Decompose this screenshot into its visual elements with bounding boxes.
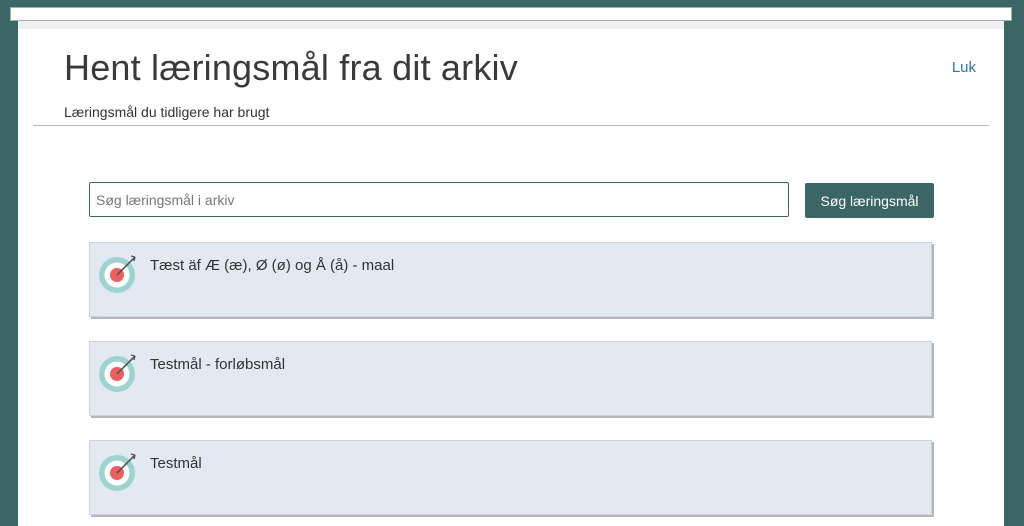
dialog-subtitle: Læringsmål du tidligere har brugt xyxy=(64,104,270,120)
goal-title: Tæst äf Æ (æ), Ø (ø) og Å (å) - maal xyxy=(150,257,395,274)
goal-title: Testmål - forløbsmål xyxy=(150,356,286,373)
archive-dialog: Hent læringsmål fra dit arkiv Luk Læring… xyxy=(18,21,1004,526)
background-window-strip xyxy=(10,7,1012,21)
target-icon xyxy=(98,253,138,293)
dialog-title: Hent læringsmål fra dit arkiv xyxy=(64,47,518,88)
dialog-top-band xyxy=(18,21,1004,29)
header-divider xyxy=(33,125,989,126)
close-link[interactable]: Luk xyxy=(952,59,976,76)
search-input[interactable] xyxy=(89,182,789,217)
target-icon xyxy=(98,352,138,392)
goal-title: Testmål xyxy=(150,455,202,472)
search-button[interactable]: Søg læringsmål xyxy=(805,183,934,218)
goal-item[interactable]: Tæst äf Æ (æ), Ø (ø) og Å (å) - maal xyxy=(89,242,932,317)
goal-item[interactable]: Testmål xyxy=(89,440,932,515)
goal-item[interactable]: Testmål - forløbsmål xyxy=(89,341,932,416)
target-icon xyxy=(98,451,138,491)
